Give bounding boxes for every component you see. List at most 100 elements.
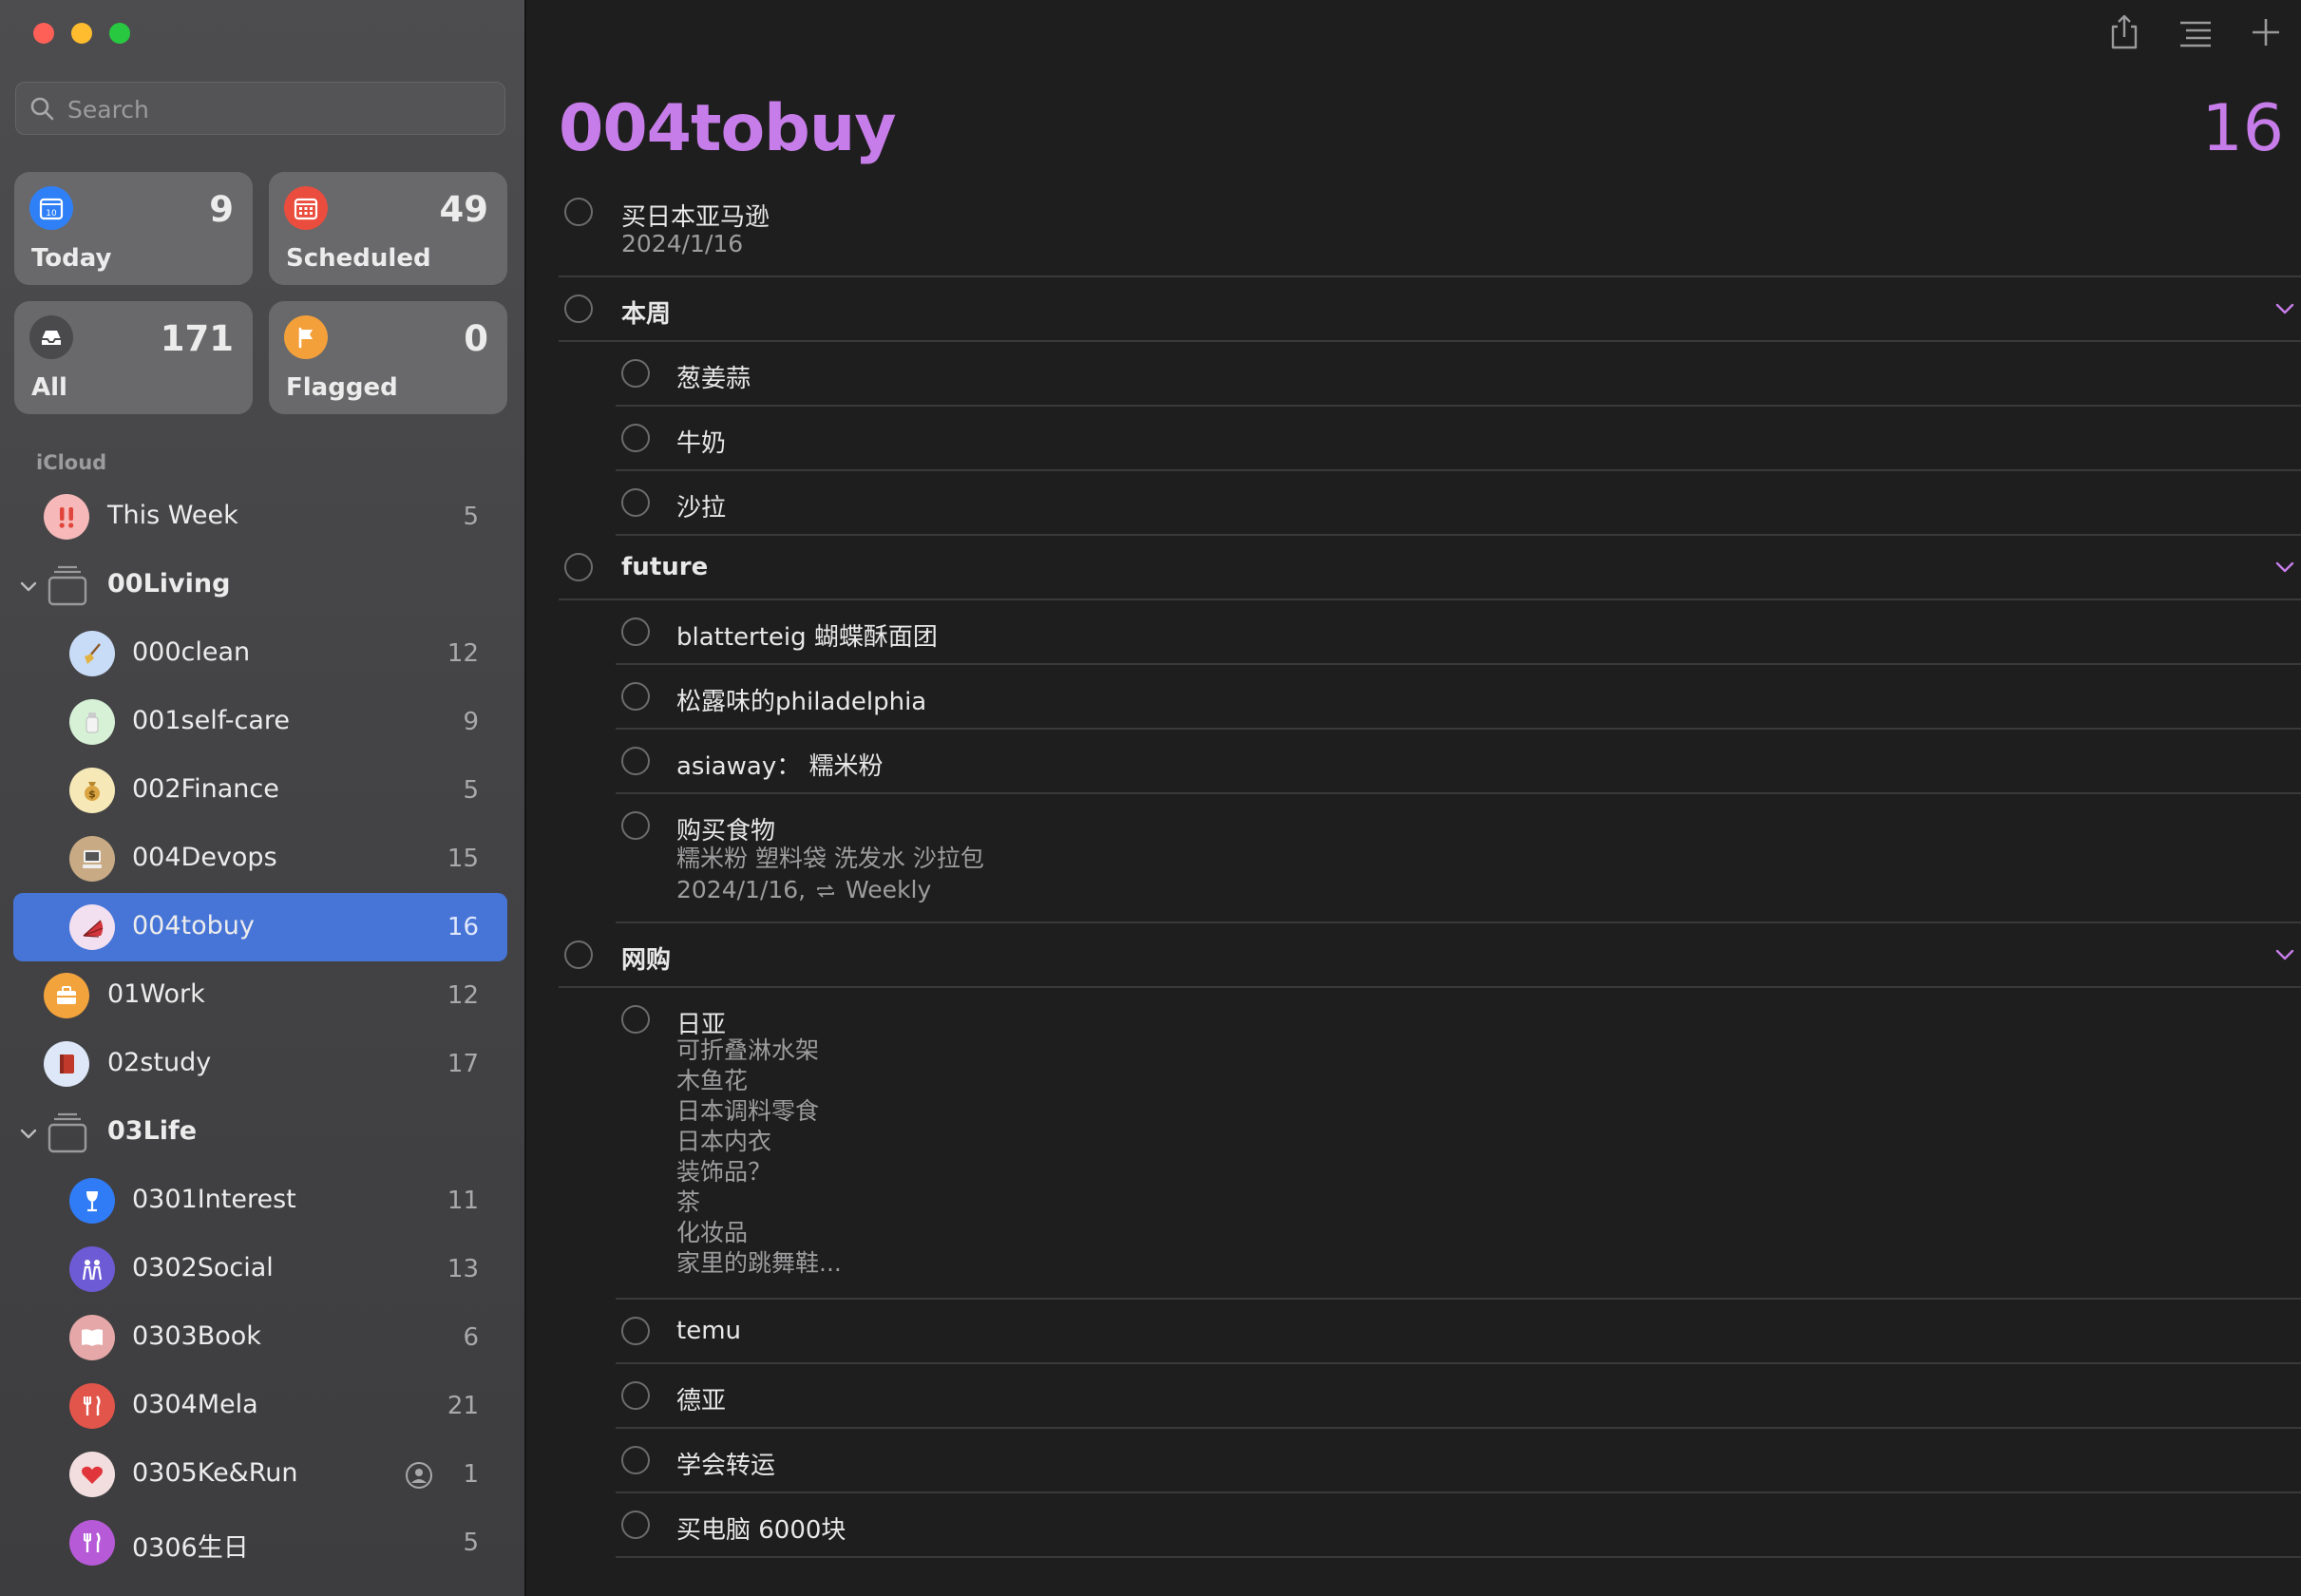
completion-checkbox[interactable] (621, 618, 650, 646)
subtask-row[interactable]: 葱姜蒜 (616, 342, 2301, 407)
sidebar-item-label: 0306生日 (132, 1533, 249, 1563)
completion-checkbox[interactable] (564, 553, 593, 581)
chevron-down-icon[interactable] (2272, 296, 2297, 321)
completion-checkbox[interactable] (564, 198, 593, 226)
sidebar-item-01work[interactable]: 01Work 12 (13, 961, 507, 1030)
sidebar-item-001self-care[interactable]: 001self-care 9 (13, 688, 507, 756)
heart-icon (69, 1452, 115, 1497)
sidebar-item-label: 004Devops (132, 843, 277, 872)
completion-checkbox[interactable] (621, 1005, 650, 1034)
sidebar-item-004devops[interactable]: 004Devops 15 (13, 825, 507, 893)
smart-list-scheduled[interactable]: 49 Scheduled (269, 172, 507, 285)
task-title: 买电脑 6000块 (676, 1516, 846, 1545)
completion-checkbox[interactable] (564, 294, 593, 323)
sidebar-item-label: 000clean (132, 637, 251, 667)
close-window-button[interactable] (33, 23, 54, 44)
sidebar-item-label: 0304Mela (132, 1390, 258, 1419)
subtask-row[interactable]: 日亚 可折叠淋水架 木鱼花 日本调料零食 日本内衣 装饰品？ 茶 化妆品 家里的… (616, 988, 2301, 1300)
search-field[interactable] (15, 82, 505, 136)
sidebar-item-label: 01Work (107, 979, 205, 1009)
sidebar-item-0303book[interactable]: 0303Book 6 (13, 1303, 507, 1372)
completion-checkbox[interactable] (564, 940, 593, 969)
sidebar-item-label: 001self-care (132, 706, 290, 735)
sidebar-item-0305ke-run[interactable]: 0305Ke&Run 1 (13, 1440, 507, 1509)
task-notes: 可折叠淋水架 木鱼花 日本调料零食 日本内衣 装饰品？ 茶 化妆品 家里的跳舞鞋… (676, 1036, 842, 1277)
smart-list-today[interactable]: 10 9 Today (14, 172, 253, 285)
task-date: 2024/1/16 (621, 230, 744, 257)
sidebar-item-count: 1 (463, 1460, 479, 1489)
minimize-window-button[interactable] (71, 23, 92, 44)
task-row-parent[interactable]: 本周 (559, 277, 2301, 342)
task-row[interactable]: 买日本亚马逊 2024/1/16 (559, 186, 2301, 277)
chevron-down-icon[interactable] (2272, 942, 2297, 967)
sidebar-item-002finance[interactable]: $ 002Finance 5 (13, 756, 507, 825)
chevron-down-icon[interactable] (17, 1123, 40, 1146)
completion-checkbox[interactable] (621, 1317, 650, 1345)
task-title: 买日本亚马逊 (621, 203, 770, 232)
sidebar-group-03life[interactable]: 03Life (13, 1098, 507, 1167)
subtask-row[interactable]: 购买食物 糯米粉 塑料袋 洗发水 沙拉包 2024/1/16, Weekly (616, 794, 2301, 923)
repeat-icon (817, 884, 834, 898)
chevron-down-icon[interactable] (2272, 555, 2297, 580)
task-title: 松露味的philadelphia (676, 688, 927, 716)
sidebar-item-count: 12 (447, 639, 479, 668)
sidebar-group-label: 03Life (107, 1116, 198, 1146)
main-content: 004tobuy 16 买日本亚马逊 2024/1/16 本周 葱姜蒜 牛奶 沙… (528, 0, 2301, 1596)
sidebar-item-label: 0302Social (132, 1253, 274, 1282)
task-row-parent[interactable]: 网购 (559, 923, 2301, 988)
subtask-row[interactable]: asiaway： 糯米粉 (616, 730, 2301, 794)
smart-list-all[interactable]: 171 All (14, 301, 253, 414)
book-icon (44, 1041, 89, 1087)
completion-checkbox[interactable] (621, 1381, 650, 1410)
completion-checkbox[interactable] (621, 488, 650, 517)
completion-checkbox[interactable] (621, 1446, 650, 1474)
page-title: 004tobuy (559, 91, 897, 166)
sidebar-item-0304mela[interactable]: 0304Mela 21 (13, 1372, 507, 1440)
task-title: future (621, 553, 709, 581)
search-icon (30, 97, 54, 121)
sidebar-item-label: 004tobuy (132, 911, 255, 940)
sidebar-item-this-week[interactable]: This Week 5 (13, 483, 507, 551)
subtask-row[interactable]: 沙拉 (616, 471, 2301, 536)
flagged-label: Flagged (286, 373, 398, 402)
scheduled-count: 49 (439, 189, 489, 230)
svg-text:$: $ (88, 788, 96, 801)
share-icon[interactable] (2103, 11, 2145, 53)
list-count: 16 (2201, 91, 2284, 166)
subtask-row[interactable]: 牛奶 (616, 407, 2301, 471)
smart-list-flagged[interactable]: 0 Flagged (269, 301, 507, 414)
zoom-window-button[interactable] (109, 23, 130, 44)
task-title: 购买食物 (676, 817, 776, 846)
completion-checkbox[interactable] (621, 682, 650, 711)
sidebar-item-0302social[interactable]: 0302Social 13 (13, 1235, 507, 1303)
subtask-row[interactable]: 买电脑 6000块 (616, 1493, 2301, 1558)
subtask-row[interactable]: 松露味的philadelphia (616, 665, 2301, 730)
completion-checkbox[interactable] (621, 424, 650, 452)
subtask-row[interactable]: blatterteig 蝴蝶酥面团 (616, 600, 2301, 665)
subtask-row[interactable]: temu (616, 1300, 2301, 1364)
completion-checkbox[interactable] (621, 359, 650, 388)
svg-text:10: 10 (46, 209, 57, 218)
completion-checkbox[interactable] (621, 747, 650, 775)
sidebar-item-0306-birthday[interactable]: 0306生日 5 (13, 1509, 507, 1577)
all-count: 171 (160, 318, 234, 359)
completion-checkbox[interactable] (621, 1510, 650, 1539)
add-icon[interactable] (2245, 11, 2287, 53)
completion-checkbox[interactable] (621, 811, 650, 840)
subtask-row[interactable]: 德亚 (616, 1364, 2301, 1429)
chevron-down-icon[interactable] (17, 576, 40, 598)
search-input[interactable] (66, 83, 487, 136)
task-row-parent[interactable]: future (559, 536, 2301, 600)
task-date: 2024/1/16, (676, 876, 807, 903)
broom-icon (69, 631, 115, 676)
list-view-icon[interactable] (2175, 11, 2216, 53)
sidebar-group-00living[interactable]: 00Living (13, 551, 507, 619)
sidebar-item-count: 12 (447, 981, 479, 1010)
sidebar-item-004tobuy[interactable]: 004tobuy 16 (13, 893, 507, 961)
sidebar-item-000clean[interactable]: 000clean 12 (13, 619, 507, 688)
sidebar-item-02study[interactable]: 02study 17 (13, 1030, 507, 1098)
sidebar-item-0301interest[interactable]: 0301Interest 11 (13, 1167, 507, 1235)
fork-knife-icon (69, 1383, 115, 1429)
fan-icon (69, 904, 115, 950)
subtask-row[interactable]: 学会转运 (616, 1429, 2301, 1493)
